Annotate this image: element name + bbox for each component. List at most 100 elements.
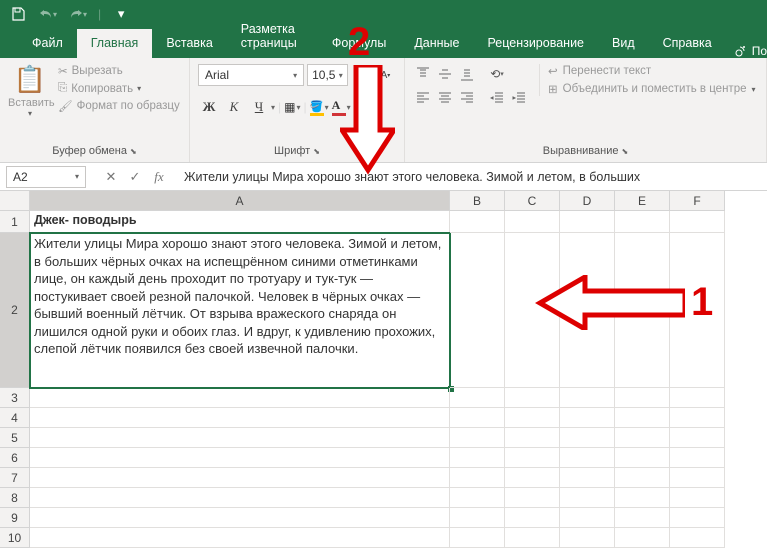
undo-icon[interactable]: ▾ bbox=[38, 4, 58, 24]
cell[interactable] bbox=[450, 428, 505, 448]
customize-qat-icon[interactable]: ▾ bbox=[111, 4, 131, 24]
cell[interactable] bbox=[450, 528, 505, 548]
row-header-9[interactable]: 9 bbox=[0, 508, 30, 528]
cell[interactable] bbox=[30, 448, 450, 468]
row-header-6[interactable]: 6 bbox=[0, 448, 30, 468]
cell[interactable] bbox=[505, 528, 560, 548]
col-header-a[interactable]: A bbox=[30, 191, 450, 211]
underline-button[interactable]: Ч▾ bbox=[248, 96, 275, 118]
font-name-combo[interactable]: Arial▾ bbox=[198, 64, 304, 86]
save-icon[interactable] bbox=[8, 4, 28, 24]
tab-view[interactable]: Вид bbox=[598, 29, 649, 58]
cell[interactable] bbox=[505, 428, 560, 448]
cell[interactable] bbox=[30, 508, 450, 528]
cell[interactable] bbox=[670, 508, 725, 528]
row-header-4[interactable]: 4 bbox=[0, 408, 30, 428]
bold-button[interactable]: Ж bbox=[198, 96, 220, 118]
formula-text[interactable]: Жители улицы Мира хорошо знают этого чел… bbox=[176, 170, 767, 184]
cell[interactable] bbox=[560, 211, 615, 233]
fx-icon[interactable]: fx bbox=[150, 169, 168, 185]
fill-color-button[interactable]: 🪣▾ bbox=[310, 99, 329, 116]
cell[interactable] bbox=[670, 468, 725, 488]
cell[interactable] bbox=[30, 468, 450, 488]
tab-data[interactable]: Данные bbox=[400, 29, 473, 58]
tab-insert[interactable]: Вставка bbox=[152, 29, 226, 58]
row-header-7[interactable]: 7 bbox=[0, 468, 30, 488]
align-right-icon[interactable] bbox=[457, 88, 477, 108]
row-header-2[interactable]: 2 bbox=[0, 233, 30, 388]
paste-button[interactable]: 📋 Вставить ▾ bbox=[8, 64, 52, 118]
border-button[interactable]: ▦▾ bbox=[284, 100, 300, 114]
cell[interactable] bbox=[505, 408, 560, 428]
cell[interactable] bbox=[505, 508, 560, 528]
row-header-1[interactable]: 1 bbox=[0, 211, 30, 233]
tab-help[interactable]: Справка bbox=[649, 29, 726, 58]
cell[interactable] bbox=[615, 488, 670, 508]
col-header-f[interactable]: F bbox=[670, 191, 725, 211]
increase-indent-icon[interactable] bbox=[509, 88, 529, 108]
col-header-d[interactable]: D bbox=[560, 191, 615, 211]
cell[interactable] bbox=[505, 488, 560, 508]
cell[interactable] bbox=[560, 428, 615, 448]
cell[interactable] bbox=[450, 211, 505, 233]
align-middle-icon[interactable] bbox=[435, 64, 455, 84]
cell[interactable] bbox=[560, 528, 615, 548]
cell[interactable] bbox=[505, 211, 560, 233]
select-all-corner[interactable] bbox=[0, 191, 30, 211]
tell-me-icon[interactable]: По bbox=[734, 44, 767, 58]
tab-review[interactable]: Рецензирование bbox=[473, 29, 598, 58]
cell[interactable] bbox=[30, 388, 450, 408]
cell[interactable] bbox=[450, 388, 505, 408]
copy-button[interactable]: ⎘Копировать▾ bbox=[58, 82, 180, 95]
cell[interactable] bbox=[670, 528, 725, 548]
cell[interactable] bbox=[30, 488, 450, 508]
cell[interactable] bbox=[615, 508, 670, 528]
cell[interactable] bbox=[30, 528, 450, 548]
cell[interactable] bbox=[30, 428, 450, 448]
col-header-e[interactable]: E bbox=[615, 191, 670, 211]
cell[interactable] bbox=[560, 388, 615, 408]
format-painter-button[interactable]: 🖌Формат по образцу bbox=[58, 99, 180, 113]
cell[interactable] bbox=[450, 468, 505, 488]
cell[interactable] bbox=[615, 408, 670, 428]
cell[interactable] bbox=[670, 428, 725, 448]
italic-button[interactable]: К bbox=[223, 96, 245, 118]
cell[interactable] bbox=[30, 408, 450, 428]
orientation-icon[interactable]: ⟲▾ bbox=[487, 64, 507, 84]
cell[interactable] bbox=[670, 488, 725, 508]
cell[interactable] bbox=[560, 408, 615, 428]
cell[interactable] bbox=[670, 408, 725, 428]
cell-a1[interactable]: Джек- поводырь bbox=[30, 211, 450, 233]
merge-center-button[interactable]: ⊞Объединить и поместить в центре▾ bbox=[548, 82, 756, 96]
cell[interactable] bbox=[615, 388, 670, 408]
cell-a2[interactable]: Жители улицы Мира хорошо знают этого чел… bbox=[30, 233, 450, 388]
cell[interactable] bbox=[560, 468, 615, 488]
col-header-b[interactable]: B bbox=[450, 191, 505, 211]
enter-icon[interactable]: ✓ bbox=[126, 169, 144, 185]
decrease-indent-icon[interactable] bbox=[487, 88, 507, 108]
row-header-10[interactable]: 10 bbox=[0, 528, 30, 548]
cell[interactable] bbox=[670, 211, 725, 233]
redo-icon[interactable]: ▾ bbox=[68, 4, 88, 24]
cell[interactable] bbox=[560, 448, 615, 468]
align-center-icon[interactable] bbox=[435, 88, 455, 108]
col-header-c[interactable]: C bbox=[505, 191, 560, 211]
wrap-text-button[interactable]: ↩Перенести текст bbox=[548, 64, 756, 78]
cell[interactable] bbox=[615, 448, 670, 468]
row-header-3[interactable]: 3 bbox=[0, 388, 30, 408]
cell[interactable] bbox=[450, 448, 505, 468]
cell[interactable] bbox=[450, 488, 505, 508]
cell[interactable] bbox=[615, 211, 670, 233]
row-header-8[interactable]: 8 bbox=[0, 488, 30, 508]
row-header-5[interactable]: 5 bbox=[0, 428, 30, 448]
tab-file[interactable]: Файл bbox=[18, 29, 77, 58]
cell[interactable] bbox=[505, 468, 560, 488]
tab-page-layout[interactable]: Разметка страницы bbox=[227, 15, 318, 58]
cell[interactable] bbox=[615, 468, 670, 488]
cell[interactable] bbox=[615, 428, 670, 448]
cell[interactable] bbox=[560, 488, 615, 508]
cell[interactable] bbox=[450, 508, 505, 528]
cell[interactable] bbox=[615, 528, 670, 548]
cell[interactable] bbox=[505, 388, 560, 408]
cancel-icon[interactable]: ✕ bbox=[102, 169, 120, 185]
